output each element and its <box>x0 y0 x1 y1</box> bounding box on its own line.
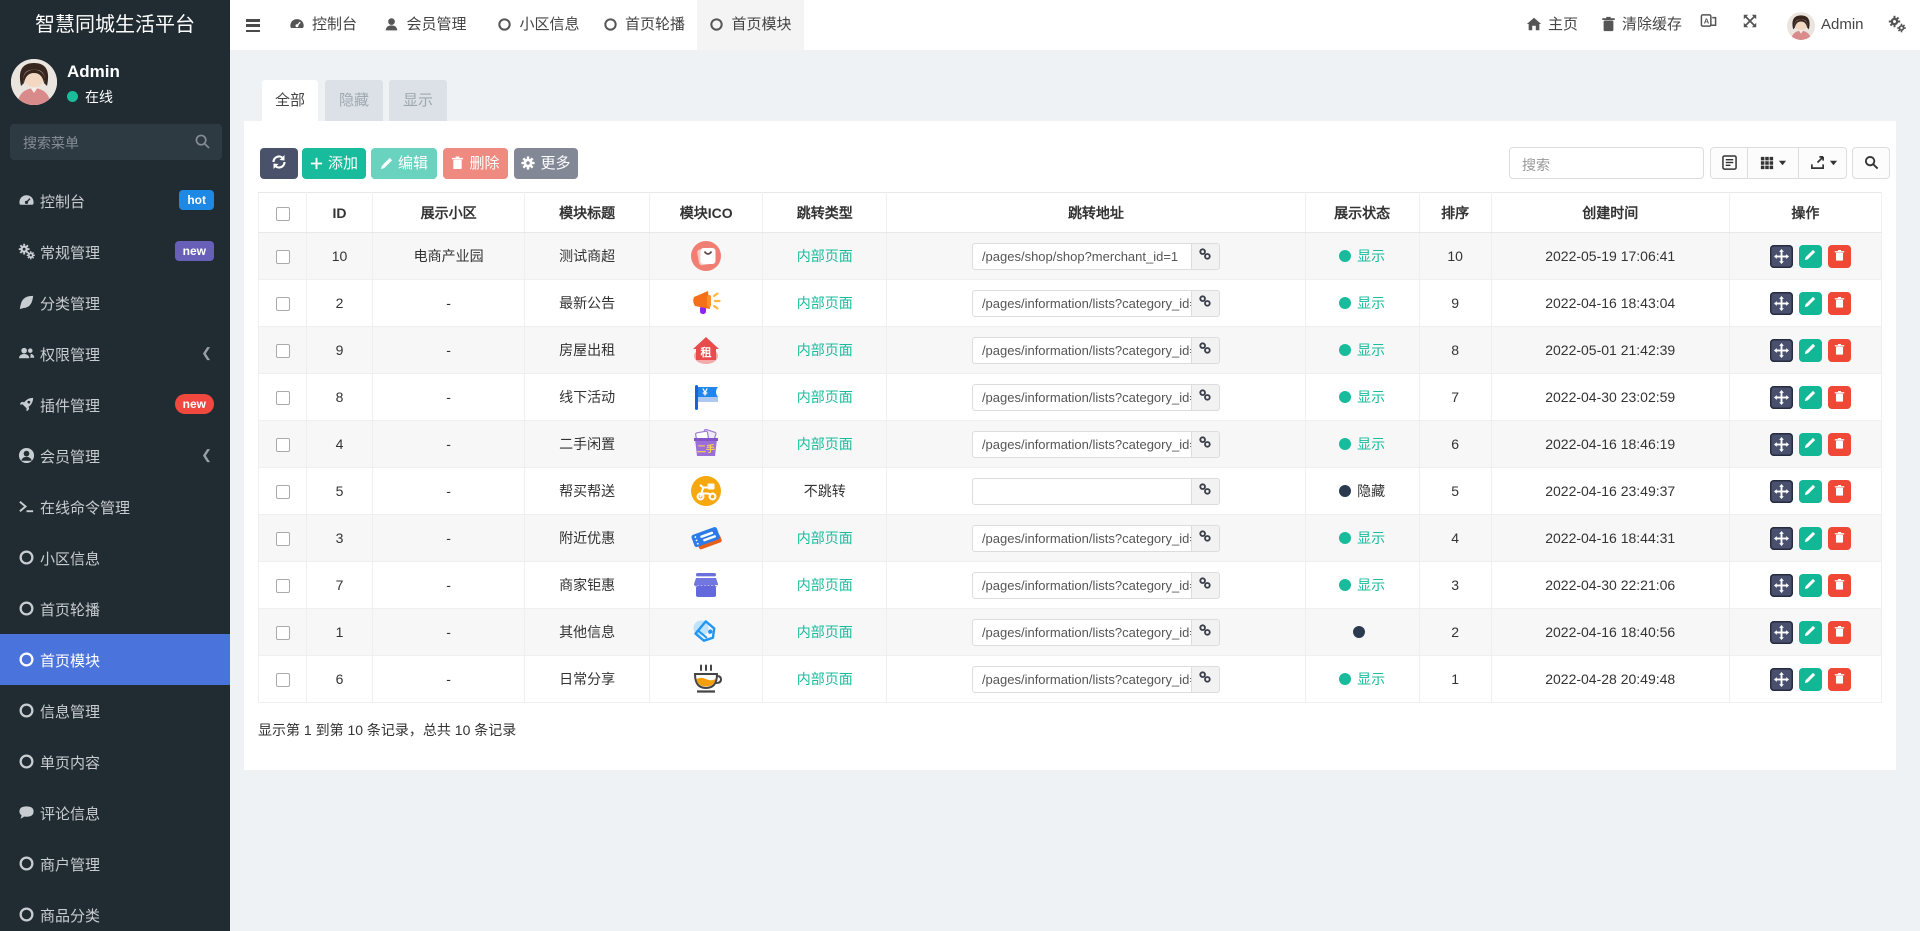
svg-text:A: A <box>1704 16 1710 25</box>
svg-text:租: 租 <box>701 346 712 359</box>
svg-text:¥: ¥ <box>702 388 708 399</box>
svg-text:二手: 二手 <box>697 443 715 454</box>
